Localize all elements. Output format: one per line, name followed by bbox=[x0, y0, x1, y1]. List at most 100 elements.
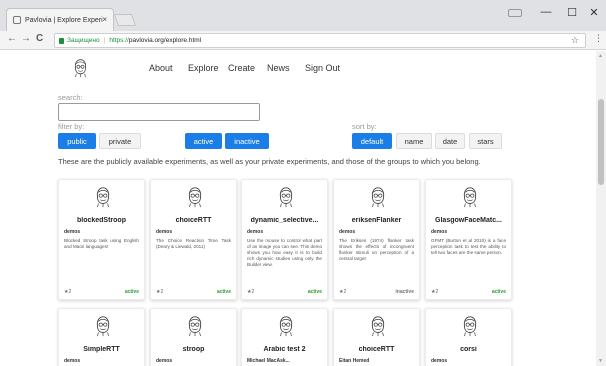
experiment-card[interactable]: blockedStroop demos Blocked Stroop task us… bbox=[58, 179, 145, 300]
search-label: search: bbox=[58, 93, 83, 102]
pavlovia-logo-icon[interactable] bbox=[72, 58, 89, 78]
experiment-title[interactable]: choiceRTT bbox=[153, 217, 234, 224]
experiment-stars: ★2 bbox=[156, 289, 164, 295]
experiment-description: The Eriksen (1974) flanker task shows th… bbox=[339, 238, 414, 261]
url-path: pavlovia.org/explore.html bbox=[128, 37, 202, 44]
browser-tab[interactable]: Pavlovia | Explore Experi × bbox=[6, 8, 114, 31]
experiment-card[interactable]: eriksenFlanker demos The Eriksen (1974) fl… bbox=[333, 179, 420, 300]
experiment-owner: demos bbox=[64, 229, 81, 235]
forward-button[interactable]: → bbox=[21, 33, 31, 44]
intro-text: These are the publicly available experim… bbox=[58, 157, 481, 166]
profile-icon[interactable] bbox=[508, 9, 522, 17]
experiment-title[interactable]: corsi bbox=[428, 346, 509, 353]
experiment-title[interactable]: dynamic_selective... bbox=[244, 217, 325, 224]
experiment-description: Blocked Stroop task using English and Ma… bbox=[64, 238, 139, 249]
page-favicon-icon bbox=[13, 16, 21, 24]
experiment-title[interactable]: SimpleRTT bbox=[61, 346, 142, 353]
experiment-owner: demos bbox=[64, 358, 81, 364]
maximize-button[interactable]: ☐ bbox=[562, 6, 582, 19]
url-separator: | bbox=[103, 37, 106, 44]
experiment-card[interactable]: dynamic_selective...demos Use the mouse t… bbox=[241, 179, 328, 300]
experiment-title[interactable]: Arabic test 2 bbox=[244, 346, 325, 353]
tab-close-icon[interactable]: × bbox=[102, 15, 107, 24]
new-tab-button[interactable] bbox=[113, 14, 137, 26]
secure-label: Защищено bbox=[67, 37, 100, 44]
search-input[interactable] bbox=[58, 103, 260, 121]
experiment-avatar-icon bbox=[371, 187, 385, 208]
experiment-stars: ★2 bbox=[64, 289, 72, 295]
experiment-status-badge: active bbox=[216, 289, 231, 295]
experiment-description: The Choice Reaction Time Task (Deary & L… bbox=[156, 238, 231, 249]
experiment-stars: ★2 bbox=[247, 289, 255, 295]
minimize-button[interactable]: — bbox=[536, 6, 556, 18]
experiment-stars: ★2 bbox=[431, 289, 439, 295]
experiment-owner: demos bbox=[156, 358, 173, 364]
filter-active-button[interactable]: active bbox=[185, 133, 222, 149]
experiment-card[interactable]: choiceRTT Eitan Hemed bbox=[333, 308, 420, 366]
experiment-card[interactable]: stroop demos bbox=[150, 308, 237, 366]
experiment-owner: demos bbox=[247, 229, 264, 235]
filter-inactive-button[interactable]: inactive bbox=[225, 133, 269, 149]
experiment-owner: demos bbox=[156, 229, 173, 235]
experiment-card[interactable]: SimpleRTT demos bbox=[58, 308, 145, 366]
experiment-avatar-icon bbox=[96, 187, 110, 208]
browser-menu-icon[interactable]: ⋮ bbox=[594, 33, 603, 44]
experiment-card[interactable]: corsi demos bbox=[425, 308, 512, 366]
sort-date-button[interactable]: date bbox=[435, 133, 465, 149]
experiment-card[interactable]: GlasgowFaceMatc... demos GFMT (Burton et a… bbox=[425, 179, 512, 300]
experiment-owner: demos bbox=[431, 358, 448, 364]
experiment-owner: Eitan Hemed bbox=[339, 358, 370, 364]
experiment-owner: demos bbox=[431, 229, 448, 235]
browser-window: Pavlovia | Explore Experi × — ☐ ✕ ← → C … bbox=[0, 0, 606, 366]
experiment-card[interactable]: Arabic test 2 Michael MacAsk... bbox=[241, 308, 328, 366]
sort-label: sort by: bbox=[352, 122, 377, 131]
experiment-owner: Michael MacAsk... bbox=[247, 358, 290, 364]
experiment-avatar-icon bbox=[371, 316, 385, 337]
experiment-status-badge: active bbox=[307, 289, 322, 295]
nav-signout-link[interactable]: Sign Out bbox=[305, 63, 340, 73]
sort-name-button[interactable]: name bbox=[396, 133, 432, 149]
experiment-title[interactable]: eriksenFlanker bbox=[336, 217, 417, 224]
experiment-owner: demos bbox=[339, 229, 356, 235]
experiment-avatar-icon bbox=[463, 187, 477, 208]
experiment-card[interactable]: choiceRTT demos The Choice Reaction Time T… bbox=[150, 179, 237, 300]
url-protocol: https:// bbox=[109, 37, 129, 44]
experiment-status-badge: active bbox=[124, 289, 139, 295]
experiment-status-badge: active bbox=[491, 289, 506, 295]
experiment-avatar-icon bbox=[188, 316, 202, 337]
experiment-description: Use the mouse to control what part of an… bbox=[247, 238, 322, 267]
page-content: About Explore Create News Sign Out searc… bbox=[0, 51, 596, 366]
experiment-title[interactable]: GlasgowFaceMatc... bbox=[428, 217, 509, 224]
filter-public-button[interactable]: public bbox=[58, 133, 96, 149]
experiment-avatar-icon bbox=[188, 187, 202, 208]
nav-explore-link[interactable]: Explore bbox=[188, 63, 219, 73]
experiment-stars: ★2 bbox=[339, 289, 347, 295]
close-window-button[interactable]: ✕ bbox=[584, 6, 604, 19]
experiment-avatar-icon bbox=[463, 316, 477, 337]
title-bar: Pavlovia | Explore Experi × — ☐ ✕ bbox=[0, 0, 606, 31]
experiment-title[interactable]: choiceRTT bbox=[336, 346, 417, 353]
scroll-down-arrow-icon[interactable]: ▼ bbox=[598, 358, 603, 364]
vertical-scrollbar[interactable]: ▲ ▼ bbox=[596, 51, 606, 366]
reload-button[interactable]: C bbox=[36, 33, 43, 44]
bookmark-star-icon[interactable]: ☆ bbox=[571, 35, 579, 46]
experiment-title[interactable]: stroop bbox=[153, 346, 234, 353]
experiment-avatar-icon bbox=[96, 316, 110, 337]
nav-about-link[interactable]: About bbox=[149, 63, 173, 73]
filter-label: filter by: bbox=[58, 122, 85, 131]
lock-icon bbox=[59, 37, 64, 44]
sort-stars-button[interactable]: stars bbox=[469, 133, 502, 149]
scroll-up-arrow-icon[interactable]: ▲ bbox=[598, 53, 603, 59]
sort-default-button[interactable]: default bbox=[352, 133, 392, 149]
experiment-status-badge: inactive bbox=[395, 289, 414, 295]
url-input[interactable]: Защищено | https://pavlovia.org/explore.… bbox=[54, 33, 586, 48]
nav-news-link[interactable]: News bbox=[267, 63, 290, 73]
back-button[interactable]: ← bbox=[7, 33, 17, 44]
nav-create-link[interactable]: Create bbox=[228, 63, 255, 73]
filter-private-button[interactable]: private bbox=[99, 133, 141, 149]
scrollbar-thumb[interactable] bbox=[598, 99, 604, 185]
experiment-avatar-icon bbox=[279, 316, 293, 337]
experiment-title[interactable]: blockedStroop bbox=[61, 217, 142, 224]
address-bar-row: ← → C Защищено | https://pavlovia.org/ex… bbox=[0, 31, 606, 50]
tab-title: Pavlovia | Explore Experi bbox=[25, 16, 103, 24]
